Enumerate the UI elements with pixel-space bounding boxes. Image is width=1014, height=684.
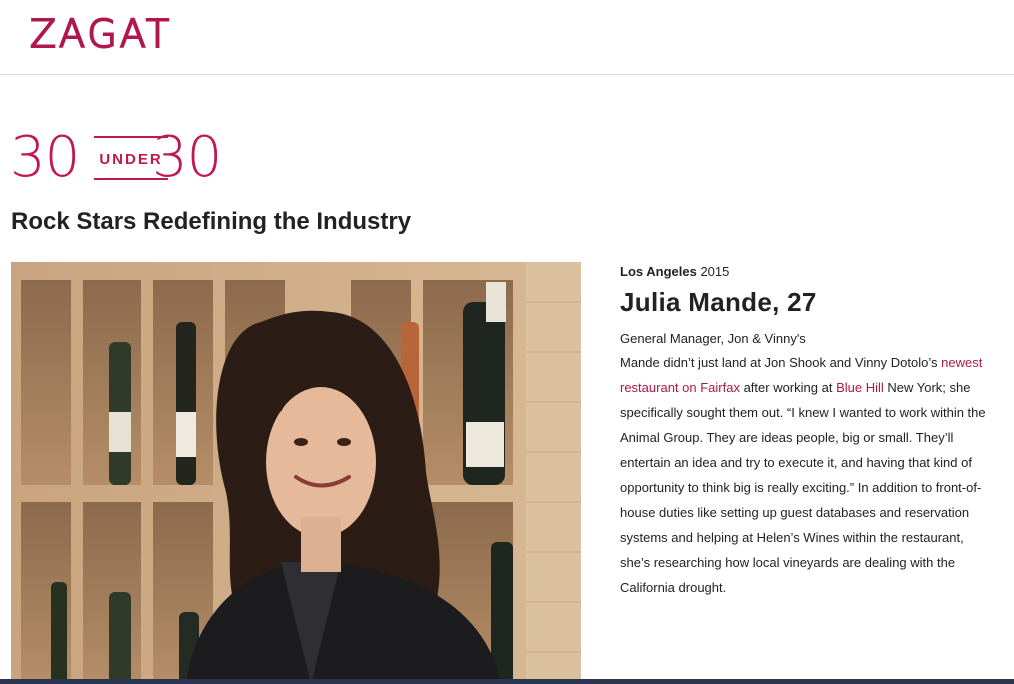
portrait-photo xyxy=(11,262,581,684)
profile-role: General Manager, Jon & Vinny's xyxy=(620,331,806,346)
zagat-logo[interactable]: ZAGAT xyxy=(29,11,172,57)
body-text-3: New York; she specifically sought them o… xyxy=(620,380,986,595)
bottom-bar xyxy=(0,679,1014,684)
site-header: ZAGAT xyxy=(0,0,1014,75)
profile-body: Mande didn’t just land at Jon Shook and … xyxy=(620,350,995,600)
badge-right-number: 30 xyxy=(152,125,222,190)
profile-year: 2015 xyxy=(700,264,730,279)
profile-city: Los Angeles xyxy=(620,264,697,279)
badge-left-number: 30 xyxy=(10,125,80,190)
profile-kicker: Los Angeles 2015 xyxy=(620,264,995,279)
profile-name: Julia Mande, 27 xyxy=(620,287,817,317)
profile-article: Los Angeles 2015 Julia Mande, 27 General… xyxy=(620,264,995,600)
body-text-1: Mande didn’t just land at Jon Shook and … xyxy=(620,355,942,370)
portrait-photo-image xyxy=(11,262,581,684)
page-headline: Rock Stars Redefining the Industry xyxy=(11,208,412,235)
body-text-2: after working at xyxy=(739,380,837,395)
blue-hill-link[interactable]: Blue Hill xyxy=(836,380,884,395)
